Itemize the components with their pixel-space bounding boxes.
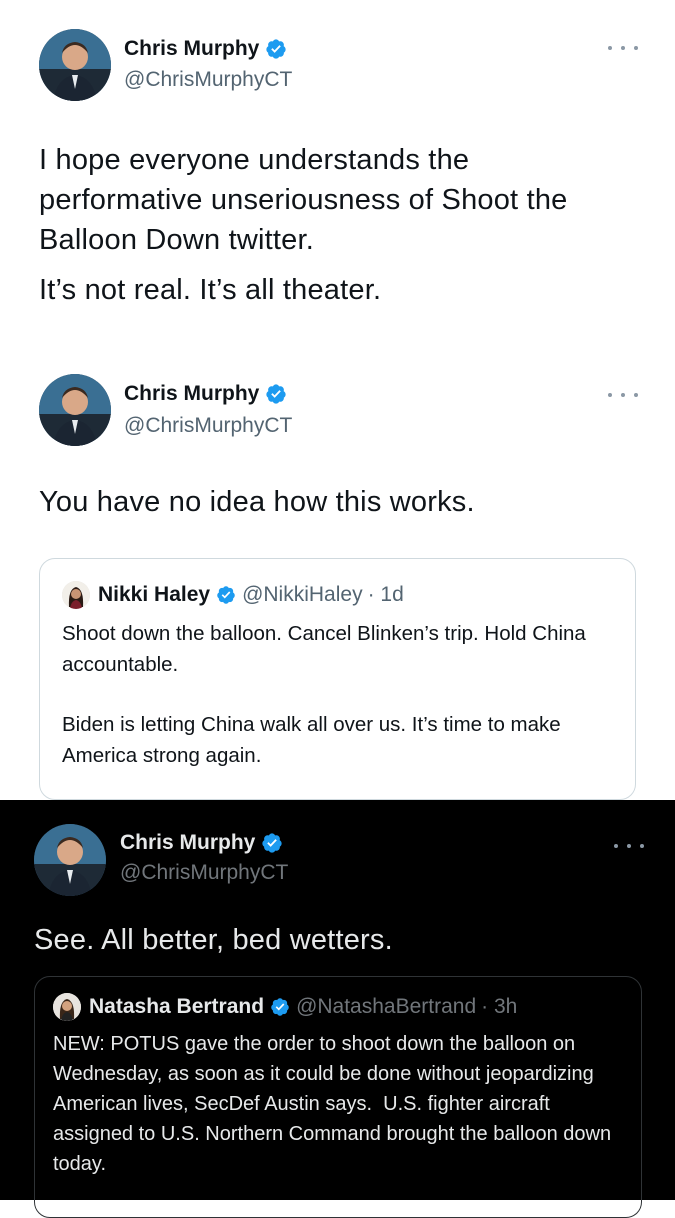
author-handle[interactable]: @ChrisMurphyCT [124, 414, 292, 438]
author-name[interactable]: Chris Murphy [124, 37, 287, 61]
avatar-photo-icon [39, 29, 111, 101]
avatar [62, 581, 90, 609]
more-options-icon[interactable] [608, 385, 638, 405]
tweet-2: Chris Murphy @ChrisMurphyCT You have no … [0, 360, 675, 800]
author-name[interactable]: Chris Murphy [120, 831, 283, 855]
quoted-tweet-header: Nikki Haley @NikkiHaley · 1d [62, 581, 404, 609]
author-name-text: Chris Murphy [120, 831, 256, 854]
tweet-text-line: It’s not real. It’s all theater. [39, 274, 382, 306]
tweet-text: You have no idea how this works. [39, 486, 475, 518]
quoted-text-paragraph: Shoot down the balloon. Cancel Blinken’s… [62, 622, 586, 676]
author-handle[interactable]: @ChrisMurphyCT [120, 861, 288, 885]
avatar-photo-icon [39, 374, 111, 446]
quoted-author-name: Nikki Haley [98, 583, 211, 606]
quoted-tweet-header: Natasha Bertrand @NatashaBertrand · 3h [53, 993, 517, 1021]
verified-badge-icon [262, 833, 282, 853]
author-name-text: Chris Murphy [124, 382, 260, 405]
tweet-text: I hope everyone understands the performa… [39, 140, 639, 310]
quoted-text-paragraph: Biden is letting China walk all over us.… [62, 713, 561, 767]
verified-badge-icon [266, 39, 286, 59]
quoted-time: · 1d [367, 583, 404, 606]
tweet-1: Chris Murphy @ChrisMurphyCT I hope every… [0, 0, 675, 360]
tweet-text: See. All better, bed wetters. [34, 924, 393, 956]
quoted-tweet[interactable]: Natasha Bertrand @NatashaBertrand · 3h N… [34, 976, 642, 1218]
avatar-photo-icon [34, 824, 106, 896]
avatar[interactable] [34, 824, 106, 896]
tweet-3: Chris Murphy @ChrisMurphyCT See. All bet… [0, 800, 675, 1218]
more-options-icon[interactable] [608, 38, 638, 58]
avatar [53, 993, 81, 1021]
quoted-tweet-text: Shoot down the balloon. Cancel Blinken’s… [62, 619, 622, 771]
verified-badge-icon [271, 998, 289, 1016]
author-name[interactable]: Chris Murphy [124, 382, 287, 406]
quoted-author-handle: @NikkiHaley [242, 583, 363, 606]
author-handle[interactable]: @ChrisMurphyCT [124, 68, 292, 92]
author-name-text: Chris Murphy [124, 37, 260, 60]
avatar-photo-icon [62, 581, 90, 609]
avatar[interactable] [39, 374, 111, 446]
quoted-tweet[interactable]: Nikki Haley @NikkiHaley · 1d Shoot down … [39, 558, 636, 800]
verified-badge-icon [266, 384, 286, 404]
avatar-photo-icon [53, 993, 81, 1021]
verified-badge-icon [217, 586, 235, 604]
quoted-tweet-text: NEW: POTUS gave the order to shoot down … [53, 1033, 617, 1175]
quoted-author-name: Natasha Bertrand [89, 995, 265, 1018]
quoted-author-handle: @NatashaBertrand [296, 995, 477, 1018]
more-options-icon[interactable] [614, 836, 644, 856]
avatar[interactable] [39, 29, 111, 101]
tweet-text-line: I hope everyone understands the performa… [39, 144, 568, 256]
quoted-time: · 3h [481, 995, 518, 1018]
